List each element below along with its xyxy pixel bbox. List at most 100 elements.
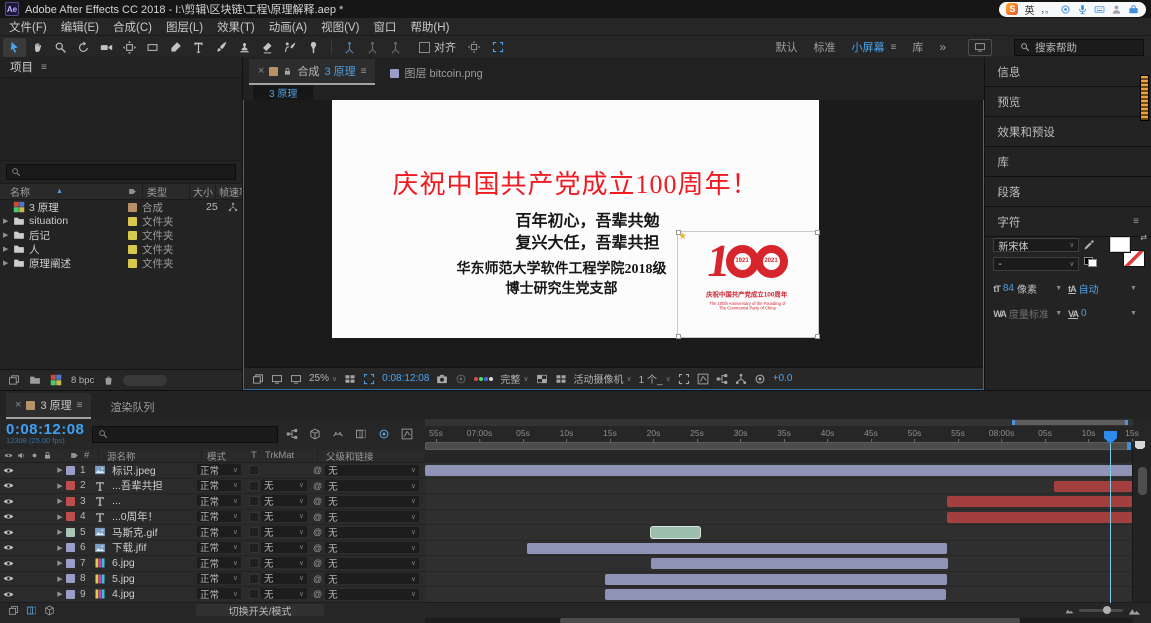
menu-item[interactable]: 效果(T) xyxy=(210,19,262,35)
expand-arrow-icon[interactable]: ▶ xyxy=(3,217,13,225)
preserve-transparency-checkbox[interactable] xyxy=(249,496,259,506)
leading-control[interactable]: tA 自动 ▼ xyxy=(1068,281,1143,296)
viewer-timecode[interactable]: 0:08:12:08 xyxy=(382,373,429,384)
magnification-dropdown[interactable]: 25%∨ xyxy=(309,373,337,384)
ime-emoji-icon[interactable] xyxy=(1060,4,1071,15)
layer-viewer-tab[interactable]: 图层 bitcoin.png xyxy=(381,61,491,85)
layer-name[interactable]: 6.jpg xyxy=(112,557,197,569)
preserve-transparency-checkbox[interactable] xyxy=(249,465,259,475)
current-time-display[interactable]: 0:08:12:08 12308 (25.00 fps) xyxy=(6,423,84,445)
trkmat-dropdown[interactable]: 无∨ xyxy=(261,573,307,584)
zoom-out-icon[interactable] xyxy=(1065,606,1074,615)
ime-toolbar[interactable]: S 英 ，。 xyxy=(999,2,1146,17)
t-column[interactable]: T xyxy=(251,450,265,461)
project-item[interactable]: 3 原理 合成 25 xyxy=(0,200,242,214)
column-name[interactable]: 名称 xyxy=(10,184,30,199)
layer-duration-bar[interactable] xyxy=(527,543,947,554)
expand-arrow-icon[interactable]: ▶ xyxy=(3,231,13,239)
preserve-transparency-checkbox[interactable] xyxy=(249,574,259,584)
snapshot-icon[interactable] xyxy=(436,373,448,385)
layer-name[interactable]: 标识.jpeg xyxy=(112,463,197,478)
layer-row[interactable]: ▶ 1 标识.jpeg 正常∨ ∨ @ 无∨ xyxy=(0,463,1151,479)
toggle-switches-modes-button[interactable]: 切换开关/模式 xyxy=(196,604,324,616)
item-name[interactable]: 人 xyxy=(29,242,40,257)
ime-mic-icon[interactable] xyxy=(1077,4,1088,15)
parent-dropdown[interactable]: 无∨ xyxy=(325,589,419,600)
region-of-interest-icon[interactable] xyxy=(363,373,375,385)
transparency-grid-icon[interactable] xyxy=(555,373,567,385)
expand-arrow-icon[interactable]: ▶ xyxy=(3,245,13,253)
label-color-swatch[interactable] xyxy=(128,217,137,226)
menu-item[interactable]: 合成(C) xyxy=(106,19,159,35)
label-color-swatch[interactable] xyxy=(128,259,137,268)
default-fill-stroke-icon[interactable] xyxy=(1084,257,1097,267)
layer-expand-icon[interactable]: ▶ xyxy=(54,482,66,490)
layer-row[interactable]: ▶ 6 下载.jfif 正常∨ 无∨ @ 无∨ xyxy=(0,541,1151,557)
layer-track[interactable] xyxy=(425,510,1133,526)
layer-visibility-icon[interactable] xyxy=(0,589,16,600)
primary-viewer-icon[interactable] xyxy=(271,373,283,385)
layer-label-swatch[interactable] xyxy=(66,466,75,475)
layer-row[interactable]: ▶ 5 马斯克.gif 正常∨ 无∨ @ 无∨ xyxy=(0,525,1151,541)
trkmat-dropdown[interactable]: 无∨ xyxy=(261,480,307,491)
font-style-select[interactable]: -∨ xyxy=(993,257,1079,271)
view-layout-dropdown[interactable]: 1 个_∨ xyxy=(639,371,671,386)
font-size-control[interactable]: tT 84 像素 ▼ xyxy=(993,281,1068,296)
layer-label-swatch[interactable] xyxy=(66,590,75,599)
panel-section-header[interactable]: 信息 xyxy=(985,57,1151,87)
expand-arrow-icon[interactable]: ▶ xyxy=(3,259,13,267)
preserve-transparency-checkbox[interactable] xyxy=(249,481,259,491)
blend-mode-dropdown[interactable]: 正常∨ xyxy=(197,557,241,568)
composition-canvas[interactable]: 庆祝中国共产党成立100周年！ 百年初心，吾辈共勉 复兴大任，吾辈共担 华东师范… xyxy=(244,100,983,368)
label-color-swatch[interactable] xyxy=(128,203,137,212)
layer-duration-bar[interactable] xyxy=(651,527,700,538)
trkmat-dropdown[interactable]: 无∨ xyxy=(261,542,307,553)
layer-row[interactable]: ▶ 3 ... 正常∨ 无∨ @ 无∨ xyxy=(0,494,1151,510)
layer-expand-icon[interactable]: ▶ xyxy=(54,513,66,521)
project-item[interactable]: ▶ 后记 文件夹 xyxy=(0,228,242,242)
workspace-button[interactable]: 默认 xyxy=(775,39,797,55)
tool-button[interactable] xyxy=(279,38,302,57)
workspace-button[interactable]: 标准 xyxy=(813,39,835,55)
tracking-control[interactable]: VA 0 ▼ xyxy=(1068,308,1143,319)
axis-mode-button[interactable] xyxy=(384,38,407,57)
snap-diagonal-icon[interactable] xyxy=(468,41,480,53)
close-icon[interactable]: × xyxy=(15,399,21,411)
layer-expand-icon[interactable]: ▶ xyxy=(54,590,66,598)
pickwhip-icon[interactable]: @ xyxy=(313,496,322,506)
composition-tab[interactable]: × 合成 3 原理 ≡ xyxy=(249,59,375,85)
workspace-overflow-icon[interactable]: » xyxy=(939,40,946,54)
trkmat-dropdown[interactable]: 无∨ xyxy=(261,588,307,599)
blend-mode-dropdown[interactable]: 正常∨ xyxy=(197,480,241,491)
layer-expand-icon[interactable]: ▶ xyxy=(54,528,66,536)
exposure-icon[interactable] xyxy=(754,373,766,385)
layer-name[interactable]: ... xyxy=(112,495,197,507)
project-column-headers[interactable]: 名称▲ 类型 大小 帧速率 xyxy=(0,183,242,200)
project-item[interactable]: ▶ 人 文件夹 xyxy=(0,242,242,256)
layer-row[interactable]: ▶ 2 ...吾辈共担 正常∨ 无∨ @ 无∨ xyxy=(0,479,1151,495)
tool-button[interactable] xyxy=(210,38,233,57)
layer-name[interactable]: 4.jpg xyxy=(112,588,197,600)
parent-dropdown[interactable]: 无∨ xyxy=(325,511,419,522)
tool-button[interactable] xyxy=(302,38,325,57)
expand-transfer-controls-icon[interactable] xyxy=(26,605,37,616)
work-area-end[interactable] xyxy=(1127,442,1131,450)
sort-ascending-icon[interactable]: ▲ xyxy=(56,188,63,195)
layer-visibility-icon[interactable] xyxy=(0,465,16,476)
fill-color-swatch[interactable] xyxy=(1109,236,1131,253)
panel-section-header[interactable]: 库 xyxy=(985,147,1151,177)
lock-icon[interactable] xyxy=(283,67,292,76)
comp-name[interactable]: 3 原理 xyxy=(324,63,355,79)
layer-label-swatch[interactable] xyxy=(66,574,75,583)
mini-flowchart-icon[interactable] xyxy=(716,373,728,385)
layer-label-swatch[interactable] xyxy=(66,543,75,552)
menu-item[interactable]: 文件(F) xyxy=(2,19,54,35)
layer-label-swatch[interactable] xyxy=(66,481,75,490)
tool-button[interactable] xyxy=(233,38,256,57)
ime-language-indicator[interactable]: 英 xyxy=(1024,2,1034,17)
blend-mode-dropdown[interactable]: 正常∨ xyxy=(197,495,241,506)
timeline-column-headers[interactable]: # 源名称 模式 T TrkMat 父级和链接 xyxy=(0,449,425,463)
layer-name[interactable]: ...吾辈共担 xyxy=(112,478,197,493)
pixel-aspect-icon[interactable] xyxy=(697,373,709,385)
layer-visibility-icon[interactable] xyxy=(0,542,16,553)
